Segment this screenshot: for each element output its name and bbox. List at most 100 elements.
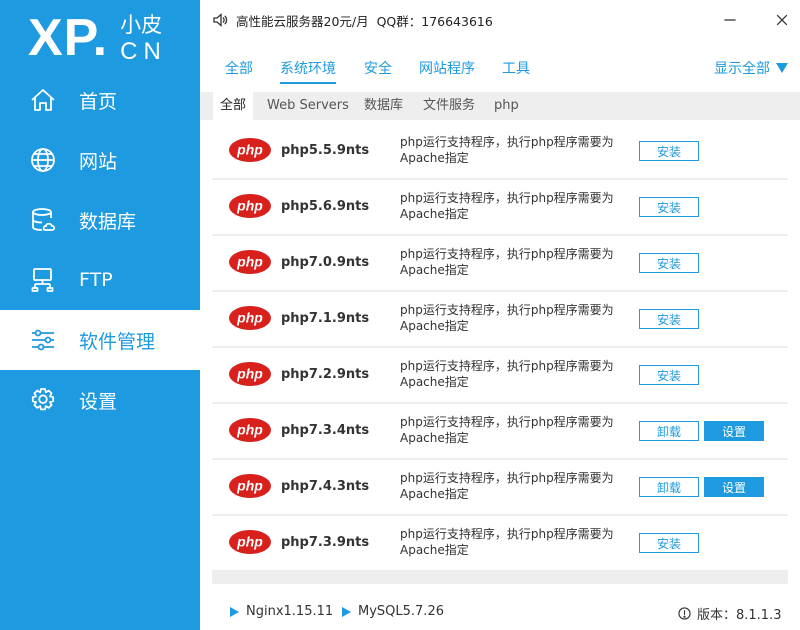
globe-icon [28,145,58,175]
subtab-file-service[interactable]: 文件服务 [416,92,482,120]
notice-text: 高性能云服务器20元/月 QQ群：176643616 [236,13,493,29]
package-description: php运行支持程序，执行php程序需要为Apache指定 [400,527,614,557]
package-description: php运行支持程序，执行php程序需要为Apache指定 [400,247,614,277]
table-row: php php7.3.9nts php运行支持程序，执行php程序需要为Apac… [212,516,788,570]
sidebar-item-label: 设置 [79,390,118,413]
subtab-all[interactable]: 全部 [213,92,254,120]
tab-system-env[interactable]: 系统环境 [280,58,336,84]
version-text: 版本：8.1.1.3 [697,608,782,623]
php-logo-icon: php [229,138,271,162]
package-name: php5.6.9nts [281,199,370,214]
sidebar-item-ftp[interactable]: FTP [0,250,200,310]
table-row: php php7.4.3nts php运行支持程序，执行php程序需要为Apac… [212,460,788,514]
sidebar-item-software[interactable]: 软件管理 [0,310,200,370]
app-version: 版本：8.1.1.3 [678,604,781,623]
sidebar-item-label: FTP [79,269,113,291]
install-button[interactable]: 安装 [639,365,699,385]
table-row: php php5.5.9nts php运行支持程序，执行php程序需要为Apac… [212,124,788,178]
service-label: MySQL5.7.26 [358,604,444,619]
tab-tools[interactable]: 工具 [502,58,530,82]
php-logo-icon: php [229,418,271,442]
play-icon [342,606,351,617]
uninstall-button[interactable]: 卸载 [639,477,699,497]
php-logo-text: php [236,478,263,494]
logo-main-text: XP. [28,9,109,67]
php-logo-icon: php [229,194,271,218]
php-logo-text: php [236,366,263,382]
php-logo-icon: php [229,250,271,274]
php-logo-text: php [236,254,263,270]
sidebar-item-label: 数据库 [79,210,137,233]
install-button[interactable]: 安装 [639,141,699,161]
show-all-dropdown[interactable]: 显示全部 [714,58,788,78]
install-button[interactable]: 安装 [639,309,699,329]
logo-cn-bottom: CN [120,38,167,65]
service-mysql[interactable]: MySQL5.7.26 [342,604,444,619]
php-logo-text: php [236,310,263,326]
table-row: php php7.1.9nts php运行支持程序，执行php程序需要为Apac… [212,292,788,346]
service-label: Nginx1.15.11 [246,604,334,619]
install-button[interactable]: 安装 [639,533,699,553]
php-logo-text: php [236,142,263,158]
primary-tabs: 全部 系统环境 安全 网站程序 工具 显示全部 [200,50,800,86]
home-icon [28,85,58,115]
info-icon [678,607,691,620]
sidebar-item-database[interactable]: 数据库 [0,190,200,250]
service-nginx[interactable]: Nginx1.15.11 [230,604,333,619]
database-icon [28,205,58,235]
subtab-php[interactable]: php [487,92,526,120]
table-row: php php7.0.9nts php运行支持程序，执行php程序需要为Apac… [212,236,788,290]
sliders-icon [28,325,58,355]
package-name: php7.4.3nts [281,479,370,494]
subtab-database[interactable]: 数据库 [357,92,410,120]
ftp-icon [28,265,58,295]
install-button[interactable]: 安装 [639,253,699,273]
php-logo-text: php [236,198,263,214]
logo-side: 小皮 CN [120,8,167,66]
package-list: php php5.5.9nts php运行支持程序，执行php程序需要为Apac… [212,124,788,584]
gear-icon [28,385,58,415]
minimize-icon[interactable] [720,10,740,30]
package-description: php运行支持程序，执行php程序需要为Apache指定 [400,415,614,445]
uninstall-button[interactable]: 卸载 [639,421,699,441]
top-bar: 高性能云服务器20元/月 QQ群：176643616 [200,0,800,40]
tab-site-programs[interactable]: 网站程序 [419,58,475,82]
triangle-down-icon [776,63,788,73]
logo-cn-top: 小皮 [120,13,163,37]
sidebar: XP. 小皮 CN 首页 网站 数据库 FTP 软件管理 设置 [0,0,200,630]
php-logo-icon: php [229,474,271,498]
sidebar-item-label: 首页 [79,90,118,113]
close-icon[interactable] [772,10,792,30]
subtab-web-servers[interactable]: Web Servers [260,92,356,120]
package-name: php7.2.9nts [281,367,370,382]
tab-all[interactable]: 全部 [225,58,253,82]
settings-button[interactable]: 设置 [704,421,764,441]
package-name: php7.3.9nts [281,535,370,550]
play-icon [230,606,239,617]
package-description: php运行支持程序，执行php程序需要为Apache指定 [400,359,614,389]
secondary-tabs: 全部 Web Servers 数据库 文件服务 php [200,92,800,120]
install-button[interactable]: 安装 [639,197,699,217]
package-name: php5.5.9nts [281,143,370,158]
sidebar-item-home[interactable]: 首页 [0,70,200,130]
php-logo-icon: php [229,306,271,330]
sidebar-item-website[interactable]: 网站 [0,130,200,190]
sidebar-item-label: 软件管理 [79,330,156,353]
php-logo-icon: php [229,362,271,386]
package-description: php运行支持程序，执行php程序需要为Apache指定 [400,303,614,333]
tab-security[interactable]: 安全 [364,58,392,82]
settings-button[interactable]: 设置 [704,477,764,497]
package-description: php运行支持程序，执行php程序需要为Apache指定 [400,471,614,501]
table-row: php php5.6.9nts php运行支持程序，执行php程序需要为Apac… [212,180,788,234]
package-name: php7.0.9nts [281,255,370,270]
package-description: php运行支持程序，执行php程序需要为Apache指定 [400,191,614,221]
status-bar: Nginx1.15.11 MySQL5.7.26 版本：8.1.1.3 [200,596,800,630]
package-description: php运行支持程序，执行php程序需要为Apache指定 [400,135,614,165]
php-logo-icon: php [229,530,271,554]
table-row: php php7.3.4nts php运行支持程序，执行php程序需要为Apac… [212,404,788,458]
package-name: php7.3.4nts [281,423,370,438]
show-all-label: 显示全部 [714,61,770,77]
sidebar-item-settings[interactable]: 设置 [0,370,200,430]
sidebar-nav: 首页 网站 数据库 FTP 软件管理 设置 [0,70,200,430]
php-logo-text: php [236,534,263,550]
